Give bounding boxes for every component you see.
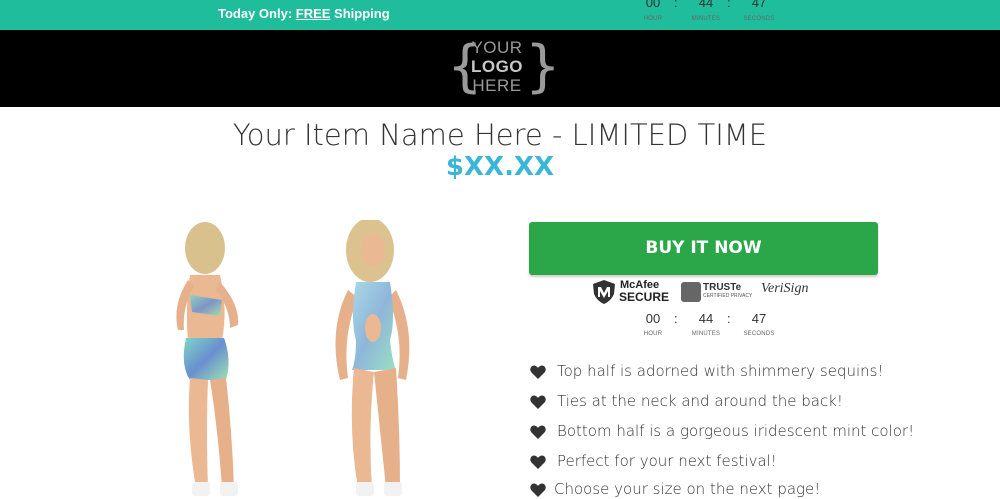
countdown-hour-label: HOUR [643,16,663,22]
mcafee-badge-line2: SECURE [619,290,670,304]
promo-bar: Today Only: FREE Shipping 00 : 44 : 47 H… [0,0,1000,30]
countdown-separator: : [727,0,731,10]
heart-icon [530,483,546,497]
feature-text: Choose your size on the next page! [554,480,821,498]
heart-icon [530,425,546,439]
truste-badge-line2: CERTIFIED PRIVACY [703,293,753,299]
product-title: Your Item Name Here - LIMITED TIME [232,118,768,152]
heart-icon [530,395,546,409]
product-image-back [160,220,260,499]
countdown-separator: : [674,0,678,10]
site-logo[interactable]: { YOUR LOGO HERE } [447,35,561,99]
promo-text: Today Only: FREE Shipping [218,6,390,21]
truste-badge[interactable]: TRUSTe CERTIFIED PRIVACY [681,279,753,305]
heart-icon [530,455,546,469]
countdown-seconds: 47 [751,311,767,326]
verisign-badge[interactable]: VeriSign [761,279,816,305]
countdown-seconds-label: SECONDS [743,16,775,22]
truste-icon [681,282,701,302]
logo-line-3: HERE [472,76,522,95]
countdown-separator: : [727,311,731,326]
verisign-badge-text: VeriSign [761,281,809,296]
logo-line-2: LOGO [470,57,524,76]
logo-brace-right: } [525,34,561,99]
shield-icon [593,280,615,304]
product-image-front [318,218,428,499]
countdown-minutes: 44 [698,311,714,326]
top-countdown: 00 : 44 : 47 HOUR MINUTES SECONDS [638,0,788,25]
feature-text: Top half is adorned with shimmery sequin… [557,362,884,380]
countdown-minutes-label: MINUTES [691,16,721,22]
truste-badge-line1: TRUSTe [703,282,742,293]
feature-text: Ties at the neck and around the back! [557,392,843,410]
buy-it-now-button[interactable]: BUY IT NOW [529,222,878,275]
promo-suffix: Shipping [330,6,390,21]
countdown-seconds-label: SECONDS [743,331,775,337]
countdown-hours: 00 [645,311,661,326]
feature-text: Perfect for your next festival! [557,452,777,470]
logo-line-1: YOUR [471,38,523,57]
countdown-minutes-label: MINUTES [691,331,721,337]
countdown-separator: : [674,311,678,326]
product-price: $XX.XX [445,152,555,182]
feature-text: Bottom half is a gorgeous iridescent min… [557,422,915,440]
countdown-minutes: 44 [698,0,714,10]
promo-prefix: Today Only: [218,6,296,21]
heart-icon [530,365,546,379]
mcafee-secure-badge[interactable]: McAfee SECURE [593,279,669,305]
countdown-seconds: 47 [751,0,767,10]
countdown-hours: 00 [645,0,661,10]
countdown-hour-label: HOUR [643,331,663,337]
free-shipping-link[interactable]: FREE [296,6,331,21]
bottom-countdown: 00 : 44 : 47 HOUR MINUTES SECONDS [638,311,788,341]
